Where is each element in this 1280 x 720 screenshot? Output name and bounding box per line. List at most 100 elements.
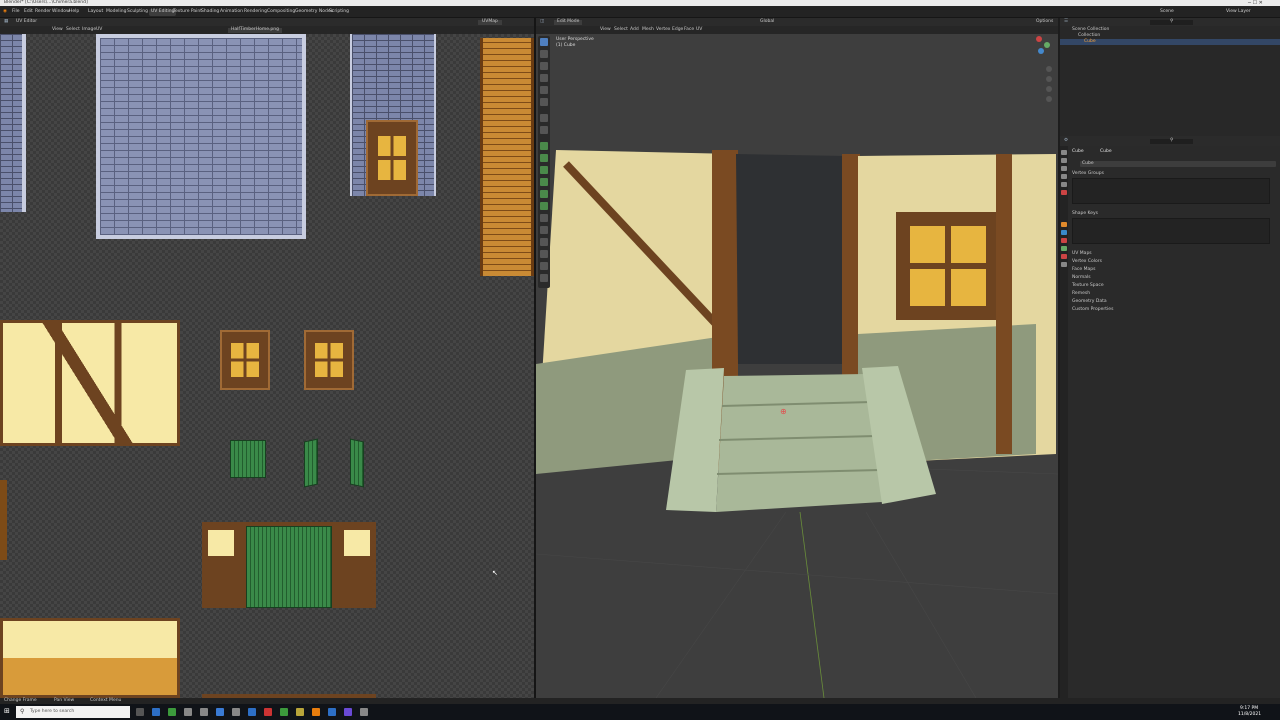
outliner-search-icon[interactable]: ⚲ [1150, 19, 1194, 25]
vp-menu-select[interactable]: Select [614, 27, 628, 33]
3d-viewport[interactable]: ⊕ User Perspective (1) Cube [536, 34, 1058, 698]
vp-menu-edge[interactable]: Edge [672, 27, 683, 33]
perspective-toggle-icon[interactable] [1046, 96, 1052, 102]
edge-slide-tool[interactable] [540, 238, 548, 246]
shape-keys-list[interactable] [1072, 218, 1270, 244]
vp-menu-view[interactable]: View [600, 27, 611, 33]
panel-normals[interactable]: Normals [1072, 275, 1091, 281]
tool-tab-icon[interactable] [1061, 150, 1067, 155]
taskbar-app-icon[interactable] [232, 708, 240, 716]
taskbar-app-icon[interactable] [184, 708, 192, 716]
task-view-icon[interactable] [136, 708, 144, 716]
outliner-collection[interactable]: Collection [1078, 33, 1100, 39]
spin-tool[interactable] [540, 214, 548, 222]
texture-tab-icon[interactable] [1061, 262, 1067, 267]
z-axis-icon[interactable] [1038, 48, 1044, 54]
taskbar-app-icon[interactable] [200, 708, 208, 716]
chrome-icon[interactable] [264, 708, 272, 716]
vp-menu-uv[interactable]: UV [696, 27, 702, 33]
tab-layout[interactable]: Layout [88, 9, 103, 15]
blender-logo-icon[interactable]: ◉ [3, 9, 7, 15]
vertex-groups-list[interactable] [1072, 178, 1270, 204]
inset-tool[interactable] [540, 154, 548, 162]
vp-menu-add[interactable]: Add [630, 27, 639, 33]
panel-remesh[interactable]: Remesh [1072, 291, 1090, 297]
panel-uv-maps[interactable]: UV Maps [1072, 251, 1092, 257]
physics-tab-icon[interactable] [1061, 238, 1067, 243]
transform-tool[interactable] [540, 98, 548, 106]
camera-view-icon[interactable] [1046, 86, 1052, 92]
rotate-tool[interactable] [540, 74, 548, 82]
xbox-icon[interactable] [168, 708, 176, 716]
uv-image-browse[interactable]: UVMap [478, 19, 502, 25]
extrude-tool[interactable] [540, 142, 548, 150]
viewport-mode-dropdown[interactable]: Edit Mode [554, 19, 583, 25]
menu-window[interactable]: Window [52, 9, 70, 15]
x-axis-icon[interactable] [1036, 36, 1042, 42]
move-tool[interactable] [540, 62, 548, 70]
viewport-options[interactable]: Options [1036, 19, 1053, 25]
spotify-icon[interactable] [280, 708, 288, 716]
bevel-tool[interactable] [540, 166, 548, 174]
navigation-gizmo[interactable] [1032, 36, 1054, 104]
panel-texture-space[interactable]: Texture Space [1072, 283, 1104, 289]
y-axis-icon[interactable] [1044, 42, 1050, 48]
menu-render[interactable]: Render [35, 9, 51, 15]
vp-menu-vertex[interactable]: Vertex [656, 27, 670, 33]
tab-animation[interactable]: Animation [220, 9, 243, 15]
view-layer-selector[interactable]: View Layer [1226, 9, 1251, 15]
taskbar-app-icon[interactable] [216, 708, 224, 716]
uv-menu-image[interactable]: Image [82, 27, 96, 33]
shear-tool[interactable] [540, 262, 548, 270]
outliner-object-cube[interactable]: Cube [1084, 39, 1096, 45]
tab-rendering[interactable]: Rendering [244, 9, 267, 15]
panel-custom-properties[interactable]: Custom Properties [1072, 307, 1113, 313]
loop-cut-tool[interactable] [540, 178, 548, 186]
taskbar-app-icon[interactable] [344, 708, 352, 716]
panel-vertex-colors[interactable]: Vertex Colors [1072, 259, 1102, 265]
image-name-field[interactable]: HalfTimberHome.png [228, 27, 282, 33]
mesh-data-name-field[interactable]: Cube [1080, 161, 1276, 167]
menu-file[interactable]: File [12, 9, 20, 15]
cursor-tool[interactable] [540, 50, 548, 58]
render-tab-icon[interactable] [1061, 158, 1067, 163]
tab-scripting[interactable]: Scripting [329, 9, 349, 15]
material-tab-icon[interactable] [1061, 254, 1067, 259]
windows-start-icon[interactable]: ⊞ [4, 708, 10, 715]
tab-texture-paint[interactable]: Texture Paint [173, 9, 202, 15]
outliner-selected-row[interactable]: Cube [1060, 39, 1280, 45]
panel-geometry-data[interactable]: Geometry Data [1072, 299, 1107, 305]
properties-search-icon[interactable]: ⚲ [1150, 138, 1194, 144]
tab-modeling[interactable]: Modeling [106, 9, 126, 15]
rip-tool[interactable] [540, 274, 548, 282]
vp-menu-mesh[interactable]: Mesh [642, 27, 654, 33]
pan-icon[interactable] [1046, 76, 1052, 82]
panel-face-maps[interactable]: Face Maps [1072, 267, 1095, 273]
outliner-type-icon[interactable]: ☰ [1064, 19, 1068, 25]
clock-date[interactable]: 11/8/2021 [1238, 712, 1261, 718]
world-tab-icon[interactable] [1061, 190, 1067, 195]
knife-tool[interactable] [540, 190, 548, 198]
uv-menu-view[interactable]: View [52, 27, 63, 33]
uv-editor-mode[interactable]: UV Editor [16, 19, 37, 25]
vertex-groups-header[interactable]: Vertex Groups [1072, 171, 1104, 177]
zoom-icon[interactable] [1046, 66, 1052, 72]
edge-browser-icon[interactable] [152, 708, 160, 716]
outliner-scene-collection[interactable]: Scene Collection [1072, 27, 1109, 33]
tab-geometry-nodes[interactable]: Geometry Nodes [295, 9, 333, 15]
measure-tool[interactable] [540, 126, 548, 134]
taskbar-app-icon[interactable] [360, 708, 368, 716]
smooth-tool[interactable] [540, 226, 548, 234]
uv-image-canvas[interactable]: ↖ [0, 34, 534, 698]
view-layer-tab-icon[interactable] [1061, 174, 1067, 179]
shape-keys-header[interactable]: Shape Keys [1072, 211, 1098, 217]
taskbar-search-box[interactable]: ⚲ Type here to search [16, 706, 130, 718]
file-explorer-icon[interactable] [296, 708, 304, 716]
uv-menu-uv[interactable]: UV [96, 27, 102, 33]
menu-help[interactable]: Help [69, 9, 79, 15]
properties-type-icon[interactable]: ⚙ [1064, 138, 1068, 144]
blender-taskbar-icon[interactable] [312, 708, 320, 716]
menu-edit[interactable]: Edit [24, 9, 33, 15]
object-tab-icon[interactable] [1061, 222, 1067, 227]
transform-orientation[interactable]: Global [760, 19, 774, 25]
